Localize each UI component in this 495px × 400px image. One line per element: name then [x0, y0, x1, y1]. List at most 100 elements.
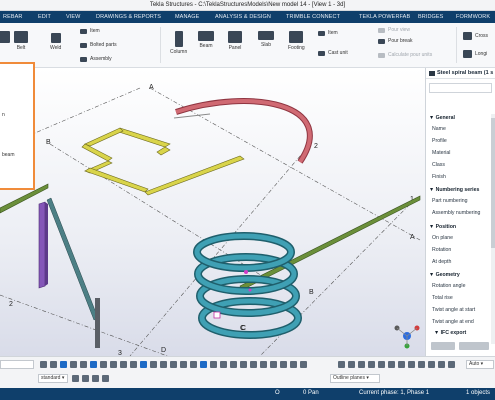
slab-button[interactable]: Slab	[258, 31, 274, 48]
status-current-phase[interactable]: Current phase: 1, Phase 1	[359, 390, 429, 396]
curved-beam[interactable]	[173, 98, 313, 164]
select-grids-icon[interactable]	[100, 361, 107, 368]
flyout-item[interactable]: beam	[2, 152, 15, 158]
view-settings-icon[interactable]	[448, 361, 455, 368]
footing-button[interactable]: Footing	[288, 31, 305, 51]
tab-view[interactable]: VIEW	[66, 14, 80, 20]
snap-work-area-icon[interactable]	[290, 361, 297, 368]
snap-plane-icon[interactable]	[270, 361, 277, 368]
pour-break-icon	[378, 38, 385, 44]
section-ifc-export[interactable]: ▼ IFC export	[434, 330, 466, 336]
view-depth-icon[interactable]	[348, 361, 355, 368]
belt-button[interactable]: Belt	[14, 31, 28, 51]
auto-select[interactable]: Auto ▾	[466, 360, 494, 369]
rebar-icon	[0, 31, 10, 43]
polybeam-yellow[interactable]	[81, 127, 245, 196]
snap-perpendicular-icon[interactable]	[180, 361, 187, 368]
view-navigation-icon[interactable]	[394, 325, 420, 349]
snap-geometry-icon[interactable]	[220, 361, 227, 368]
snap-ortho-icon[interactable]	[280, 361, 287, 368]
select-components-icon[interactable]	[70, 361, 77, 368]
pour-view-button[interactable]: Pour view	[378, 27, 410, 33]
snap-intersection-icon[interactable]	[170, 361, 177, 368]
snap-center-icon[interactable]	[160, 361, 167, 368]
tab-drawings-reports[interactable]: DRAWINGS & REPORTS	[96, 14, 161, 20]
tab-rebar[interactable]: REBAR	[3, 14, 22, 20]
section-geometry[interactable]: ▼ Geometry	[429, 272, 460, 278]
snap-end-icon[interactable]	[140, 361, 147, 368]
tab-tekla-powerfab[interactable]: TEKLA POWERFAB	[359, 14, 410, 20]
view-fit-icon[interactable]	[378, 361, 385, 368]
view-render-icon[interactable]	[408, 361, 415, 368]
snap-free-icon[interactable]	[240, 361, 247, 368]
snap-line-icon[interactable]	[190, 361, 197, 368]
weld-button[interactable]: Weld	[50, 33, 61, 51]
view-clip-icon[interactable]	[388, 361, 395, 368]
select-planes-icon[interactable]	[120, 361, 127, 368]
tab-edit[interactable]: EDIT	[38, 14, 51, 20]
snap-override-icon[interactable]	[250, 361, 257, 368]
snap-depth-icon[interactable]	[300, 361, 307, 368]
snap-mid-icon[interactable]	[150, 361, 157, 368]
select-bolts-icon[interactable]	[80, 361, 87, 368]
snap-nearest-icon[interactable]	[200, 361, 207, 368]
side-flyout-panel[interactable]: n beam	[0, 62, 35, 190]
view-zoom-icon[interactable]	[368, 361, 375, 368]
snap-settings-icon[interactable]	[102, 375, 109, 382]
prop-assembly-numbering: Assembly numbering	[432, 210, 481, 216]
panel-button[interactable]: Panel	[228, 31, 242, 51]
select-welds-icon[interactable]	[90, 361, 97, 368]
item-button[interactable]: Item	[80, 28, 100, 34]
snap-grid-icon[interactable]	[260, 361, 267, 368]
bolted-parts-button[interactable]: Bolted parts	[80, 42, 117, 48]
layers-icon[interactable]	[92, 375, 99, 382]
grid-label-a: A	[149, 84, 154, 91]
beam-button[interactable]: Beam	[198, 31, 214, 49]
scrollbar-thumb[interactable]	[491, 118, 495, 248]
tab-trimble-connect[interactable]: TRIMBLE CONNECT	[286, 14, 340, 20]
pour-break-button[interactable]: Pour break	[378, 38, 412, 44]
concrete-item-button[interactable]: Item	[318, 30, 338, 36]
select-reference-icon[interactable]	[130, 361, 137, 368]
column-button[interactable]: Column	[170, 31, 187, 55]
filter-icon[interactable]	[82, 375, 89, 382]
view-xray-icon[interactable]	[418, 361, 425, 368]
tab-analysis-design[interactable]: ANALYSIS & DESIGN	[215, 14, 271, 20]
view-rotate-icon[interactable]	[358, 361, 365, 368]
property-search-input[interactable]	[429, 83, 492, 93]
title-bar: Tekla Structures - C:\TeklaStructuresMod…	[0, 0, 495, 11]
cast-unit-button[interactable]: Cast unit	[318, 50, 348, 56]
cross-bar-button[interactable]: Cross	[463, 32, 488, 40]
settings-icon[interactable]	[72, 375, 79, 382]
assembly-button[interactable]: Assembly	[80, 56, 112, 62]
snap-extension-icon[interactable]	[230, 361, 237, 368]
view-shaded-icon[interactable]	[438, 361, 445, 368]
calculate-pour-units-button[interactable]: Calculate pour units	[378, 52, 432, 58]
model-viewport-3d[interactable]: A B C D 1 2 3 A B C 2	[0, 68, 425, 356]
model-canvas[interactable]: A B C D 1 2 3 A B C 2	[0, 68, 425, 356]
section-position[interactable]: ▼ Position	[429, 224, 456, 230]
tab-bridges[interactable]: BRIDGES	[418, 14, 443, 20]
select-objects-icon[interactable]	[60, 361, 67, 368]
select-parts-icon[interactable]	[50, 361, 57, 368]
command-input[interactable]	[0, 360, 34, 369]
tab-manage[interactable]: MANAGE	[175, 14, 199, 20]
steel-column[interactable]	[38, 201, 48, 289]
select-points-icon[interactable]	[110, 361, 117, 368]
get-button[interactable]	[459, 342, 489, 350]
snap-any-icon[interactable]	[210, 361, 217, 368]
tab-formwork[interactable]: FORMWORK	[456, 14, 490, 20]
longitudinal-bar-button[interactable]: Longi	[463, 50, 487, 58]
rebar-tool-button[interactable]	[0, 31, 10, 43]
view-section-icon[interactable]	[398, 361, 405, 368]
view-wireframe-icon[interactable]	[428, 361, 435, 368]
standard-select[interactable]: standard ▾	[38, 374, 68, 383]
diagonal-brace[interactable]	[46, 197, 100, 348]
view-plane-icon[interactable]	[338, 361, 345, 368]
outline-planes-select[interactable]: Outline planes ▾	[330, 374, 380, 383]
modify-button[interactable]	[431, 342, 455, 350]
section-general[interactable]: ▼ General	[429, 115, 455, 121]
select-all-icon[interactable]	[40, 361, 47, 368]
section-numbering[interactable]: ▼ Numbering series	[429, 187, 479, 193]
flyout-item[interactable]: n	[2, 112, 5, 118]
